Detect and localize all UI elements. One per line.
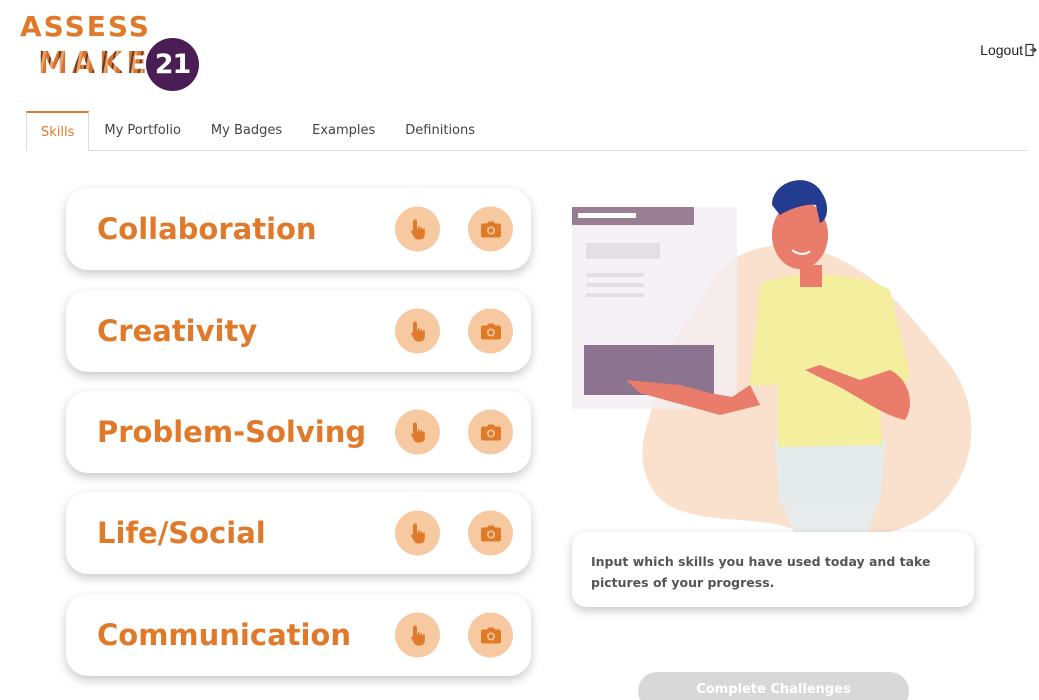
skill-label: Creativity — [97, 314, 258, 348]
record-skill-button[interactable] — [395, 510, 440, 556]
take-photo-button[interactable] — [468, 409, 513, 455]
tab-skills[interactable]: Skills — [26, 111, 90, 151]
take-photo-button[interactable] — [468, 612, 513, 658]
logo-badge-21: 21 — [146, 38, 199, 91]
skill-card-problem-solving: Problem-Solving — [66, 391, 531, 473]
skill-label: Problem-Solving — [97, 415, 367, 449]
record-skill-button[interactable] — [395, 612, 440, 658]
hand-pointer-icon — [410, 422, 425, 442]
instructions-text: Input which skills you have used today a… — [591, 554, 931, 590]
tab-bar: Skills My Portfolio My Badges Examples D… — [26, 111, 1028, 151]
record-skill-button[interactable] — [395, 308, 440, 354]
tab-my-badges[interactable]: My Badges — [196, 123, 297, 150]
skill-label: Collaboration — [97, 212, 317, 246]
skill-label: Life/Social — [97, 516, 266, 550]
tab-examples[interactable]: Examples — [297, 123, 390, 150]
camera-icon — [480, 424, 501, 440]
take-photo-button[interactable] — [468, 308, 513, 354]
take-photo-button[interactable] — [468, 206, 513, 252]
skill-label: Communication — [97, 618, 352, 652]
tab-my-portfolio[interactable]: My Portfolio — [89, 123, 196, 150]
logout-label: Logout — [980, 42, 1023, 58]
hand-pointer-icon — [410, 523, 425, 543]
hand-pointer-icon — [410, 219, 425, 239]
presenter-illustration — [572, 180, 972, 555]
logout-button[interactable]: Logout — [980, 42, 1037, 58]
take-photo-button[interactable] — [468, 510, 513, 556]
hand-pointer-icon — [410, 625, 425, 645]
hand-pointer-icon — [410, 321, 425, 341]
camera-icon — [480, 627, 501, 643]
skill-card-communication: Communication — [66, 594, 531, 676]
logo-text-assess: ASSESS — [20, 10, 151, 43]
record-skill-button[interactable] — [395, 206, 440, 252]
logo-text-make: MAKE — [38, 46, 151, 81]
instructions-card: Input which skills you have used today a… — [572, 532, 974, 607]
skill-card-life-social: Life/Social — [66, 492, 531, 574]
logout-icon — [1025, 43, 1037, 57]
camera-icon — [480, 221, 501, 237]
camera-icon — [480, 525, 501, 541]
record-skill-button[interactable] — [395, 409, 440, 455]
app-logo: ASSESS MAKE 21 — [18, 10, 208, 91]
camera-icon — [480, 323, 501, 339]
tab-definitions[interactable]: Definitions — [390, 123, 490, 150]
skill-card-creativity: Creativity — [66, 290, 531, 372]
skill-card-collaboration: Collaboration — [66, 188, 531, 270]
complete-challenges-button[interactable]: Complete Challenges — [638, 672, 909, 700]
